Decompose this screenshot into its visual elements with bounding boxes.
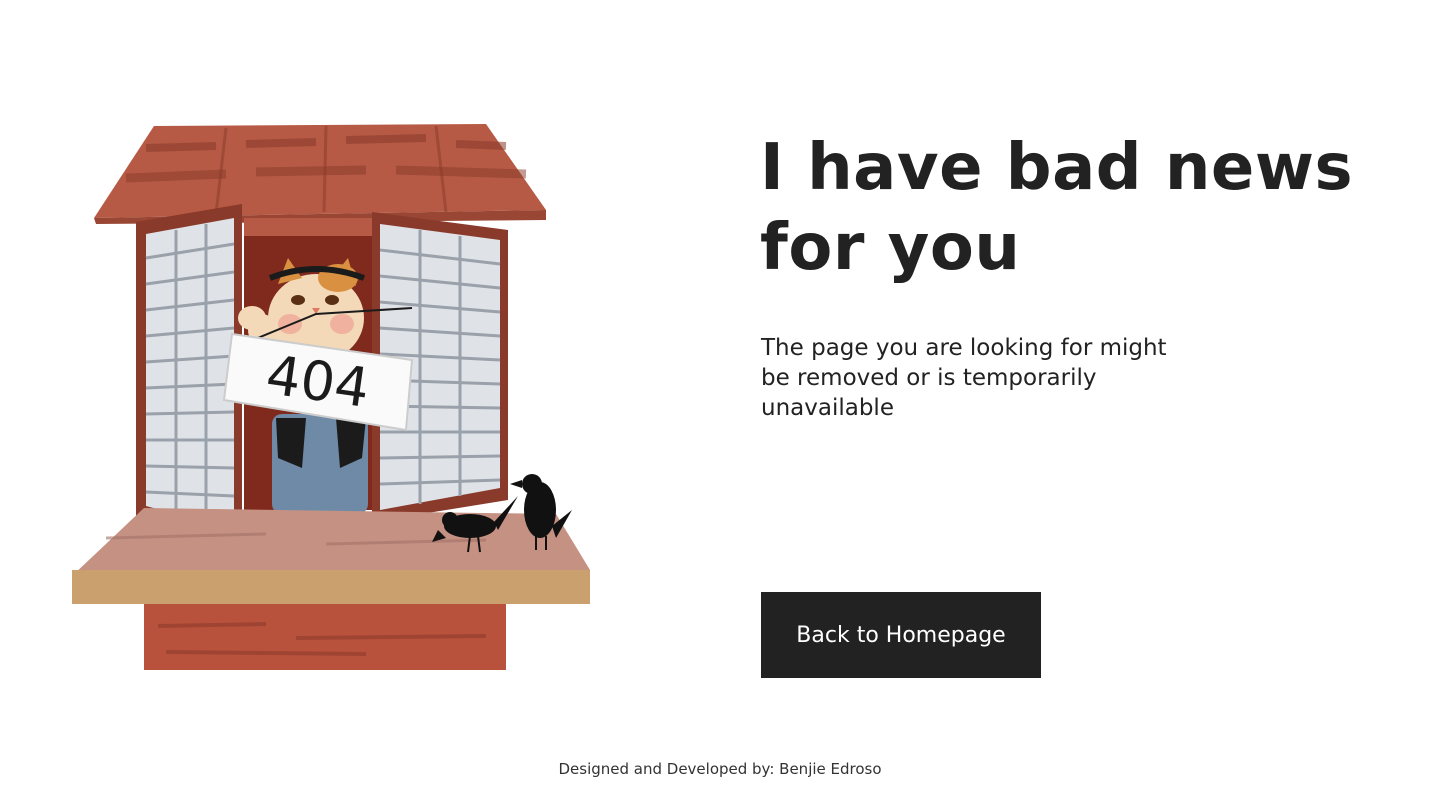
page-title: I have bad news for you: [760, 131, 1354, 285]
404-illustration: 404: [66, 118, 598, 678]
footer-credit: Designed and Developed by: Benjie Edroso: [558, 760, 882, 778]
error-description: The page you are looking for might be re…: [761, 335, 1167, 421]
house-roof: [94, 124, 546, 224]
balcony: [72, 508, 590, 670]
back-to-homepage-button[interactable]: Back to Homepage: [761, 592, 1041, 678]
